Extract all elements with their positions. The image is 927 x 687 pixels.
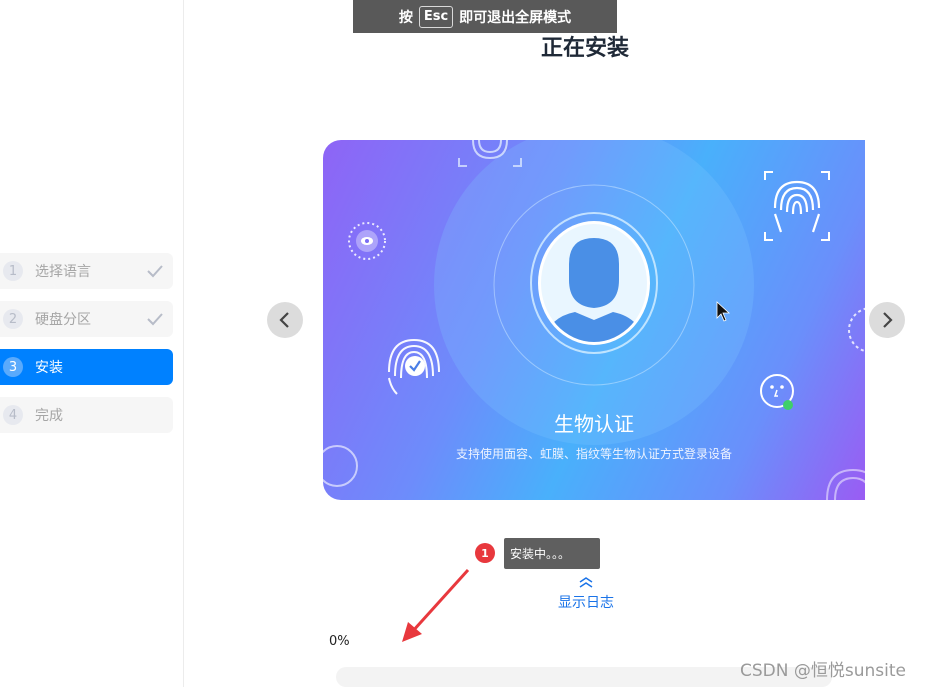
check-icon (147, 265, 163, 278)
annotation-badge: 1 (475, 543, 495, 563)
watermark: CSDN @恒悦sunsite (740, 661, 906, 681)
annotation-arrow-icon (402, 568, 470, 642)
step-select-language: 1 选择语言 (0, 253, 173, 289)
step-install: 3 安装 (0, 349, 173, 385)
page-title: 正在安装 (540, 36, 629, 61)
progress-percent: 0% (329, 634, 350, 649)
chevron-left-icon (279, 312, 289, 328)
show-log-label: 显示日志 (558, 595, 614, 611)
slide-subtitle: 支持使用面容、虹膜、指纹等生物认证方式登录设备 (455, 447, 732, 461)
installer-sidebar: 1 选择语言 2 硬盘分区 3 安装 4 完成 (0, 0, 184, 687)
carousel-prev-button[interactable] (267, 302, 303, 338)
show-log-toggle[interactable]: 显示日志 (540, 576, 632, 612)
esc-key-hint: Esc (418, 5, 454, 28)
step-number: 1 (3, 261, 23, 281)
step-label: 安装 (35, 360, 63, 376)
step-label: 选择语言 (35, 264, 91, 280)
step-disk-partition: 2 硬盘分区 (0, 301, 173, 337)
step-finish: 4 完成 (0, 397, 173, 433)
chevron-right-icon (883, 312, 893, 328)
slide-title: 生物认证 (554, 412, 634, 436)
carousel-slide: 生物认证 支持使用面容、虹膜、指纹等生物认证方式登录设备 (323, 140, 865, 500)
step-number: 3 (3, 357, 23, 377)
banner-suffix: 即可退出全屏模式 (459, 9, 572, 26)
double-chevron-up-icon (579, 577, 593, 588)
step-label: 完成 (35, 408, 63, 424)
banner-prefix: 按 (398, 9, 413, 26)
carousel-next-button[interactable] (869, 302, 905, 338)
step-label: 硬盘分区 (35, 312, 91, 328)
step-number: 2 (3, 309, 23, 329)
fullscreen-exit-banner: 按 Esc 即可退出全屏模式 (353, 0, 617, 33)
status-tooltip: 安装中。。。 (504, 538, 600, 569)
step-number: 4 (3, 405, 23, 425)
check-icon (147, 313, 163, 326)
